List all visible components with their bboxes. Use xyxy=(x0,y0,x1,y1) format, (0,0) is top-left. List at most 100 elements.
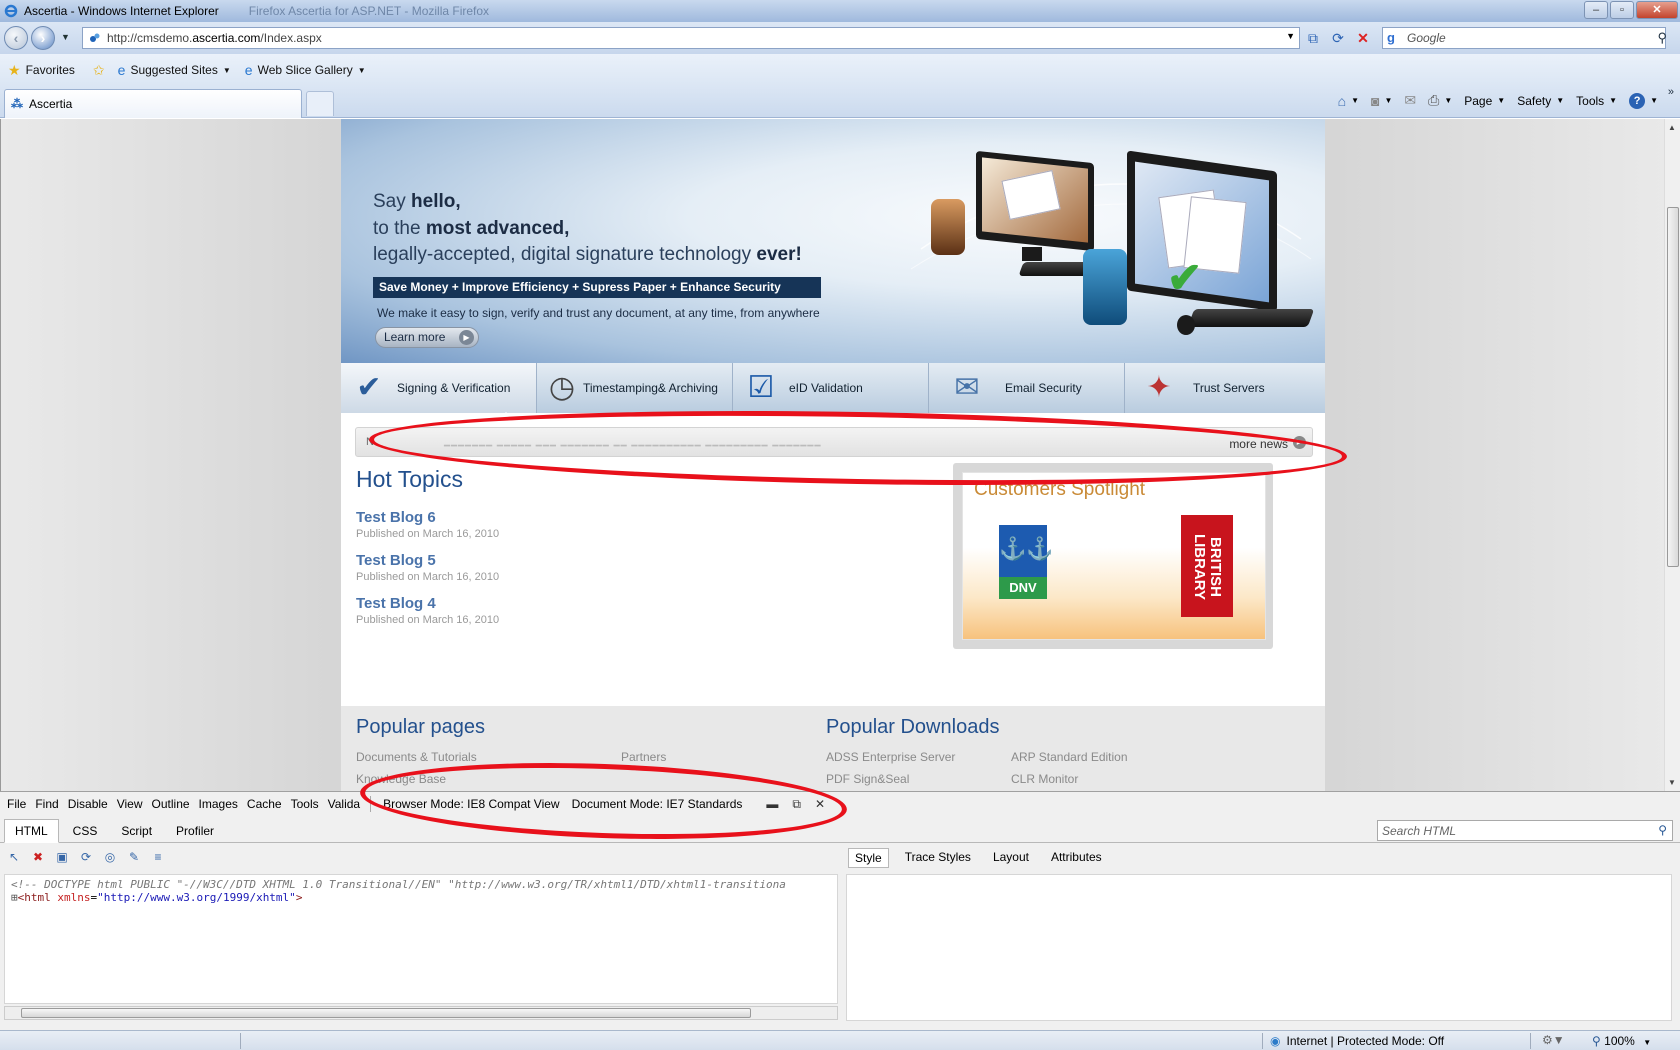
download-link[interactable]: ARP Standard Edition xyxy=(1011,750,1128,764)
recent-pages-dropdown[interactable]: ▼ xyxy=(61,32,70,42)
scroll-down-icon[interactable]: ▼ xyxy=(1668,778,1676,787)
tab-trust-servers[interactable]: ✦ Trust Servers xyxy=(1125,363,1321,413)
news-label: N xyxy=(366,436,374,448)
feeds-button[interactable]: ◙ ▼ xyxy=(1371,93,1392,109)
expand-node-icon[interactable]: ⊞ xyxy=(11,891,18,904)
close-devtools-icon[interactable]: ✕ xyxy=(815,797,825,811)
post-title-link[interactable]: Test Blog 5 xyxy=(356,552,499,569)
tab-trace-styles[interactable]: Trace Styles xyxy=(899,848,977,868)
devtools-menu-tools[interactable]: Tools xyxy=(291,797,319,811)
suggested-sites-link[interactable]: e Suggested Sites ▼ xyxy=(118,62,231,78)
read-mail-button[interactable]: ✉ xyxy=(1404,92,1416,109)
popular-page-link[interactable]: Documents & Tutorials xyxy=(356,750,477,764)
refresh-icon[interactable]: ⟳ xyxy=(78,849,94,865)
security-zone[interactable]: ◉ Internet | Protected Mode: Off xyxy=(1270,1034,1444,1048)
site-favicon-icon: ⁂ xyxy=(11,97,23,111)
devtools-menu-cache[interactable]: Cache xyxy=(247,797,282,811)
tab-attributes[interactable]: Attributes xyxy=(1045,848,1108,868)
search-box[interactable]: g Google ⚲ xyxy=(1382,27,1667,49)
tab-timestamping-archiving[interactable]: ◷ Timestamping& Archiving xyxy=(537,363,733,413)
favorites-button[interactable]: ★ Favorites xyxy=(8,62,75,79)
web-slice-gallery-link[interactable]: e Web Slice Gallery ▼ xyxy=(245,62,366,78)
tab-layout[interactable]: Layout xyxy=(987,848,1035,868)
tab-eid-validation[interactable]: ☑ eID Validation xyxy=(733,363,929,413)
tab-profiler[interactable]: Profiler xyxy=(166,820,224,842)
tab-email-security[interactable]: ✉ Email Security xyxy=(929,363,1125,413)
more-commands-chevron-icon[interactable]: » xyxy=(1668,86,1674,98)
stop-icon[interactable]: ✕ xyxy=(1352,27,1374,49)
popular-page-link[interactable]: Knowledge Base xyxy=(356,772,446,786)
download-link[interactable]: PDF Sign&Seal xyxy=(826,772,909,786)
select-element-icon[interactable]: ↖ xyxy=(6,849,22,865)
edit-icon[interactable]: ✎ xyxy=(126,849,142,865)
search-icon[interactable]: ⚲ xyxy=(1657,30,1667,46)
html-root-node[interactable]: ⊞<html xmlns="http://www.w3.org/1999/xht… xyxy=(11,891,831,904)
tab-script[interactable]: Script xyxy=(111,820,162,842)
word-wrap-icon[interactable]: ≡ xyxy=(150,849,166,865)
british-library-logo[interactable]: BRITISH LIBRARY xyxy=(1181,515,1233,617)
browser-mode-menu[interactable]: Browser Mode: IE8 Compat View xyxy=(383,797,560,811)
tools-menu[interactable]: Tools ▼ xyxy=(1576,94,1617,108)
tab-html[interactable]: HTML xyxy=(4,819,59,843)
popular-section: Popular pages Documents & Tutorials Part… xyxy=(341,706,1325,791)
more-news-arrow-icon[interactable]: ▶ xyxy=(1293,436,1306,449)
unpin-devtools-icon[interactable]: ⧉ xyxy=(792,797,801,812)
add-to-favorites-button[interactable]: ✩ xyxy=(93,62,110,79)
post-title-link[interactable]: Test Blog 6 xyxy=(356,509,499,526)
download-link[interactable]: ADSS Enterprise Server xyxy=(826,750,955,764)
refresh-icon[interactable]: ⟳ xyxy=(1327,27,1349,49)
anchor-icon: ⚓⚓ xyxy=(999,536,1054,561)
site-favicon-icon xyxy=(89,32,101,44)
tab-css[interactable]: CSS xyxy=(63,820,108,842)
clear-icon[interactable]: ✖ xyxy=(30,849,46,865)
code-horizontal-scrollbar[interactable] xyxy=(4,1006,838,1020)
page-menu[interactable]: Page ▼ xyxy=(1464,94,1505,108)
devtools-menu-disable[interactable]: Disable xyxy=(68,797,108,811)
scroll-thumb[interactable] xyxy=(21,1008,751,1018)
tab-style[interactable]: Style xyxy=(848,848,889,868)
protected-mode-icon[interactable]: ⚙▼ xyxy=(1542,1033,1565,1047)
dom-refresh-icon[interactable]: ◎ xyxy=(102,849,118,865)
url-dropdown-icon[interactable]: ▼ xyxy=(1286,31,1295,41)
menu-divider xyxy=(370,796,372,812)
post-title-link[interactable]: Test Blog 4 xyxy=(356,595,499,612)
zoom-level[interactable]: ⚲ 100% ▼ xyxy=(1592,1034,1651,1048)
devtools-menu-validate[interactable]: Valida xyxy=(328,797,360,811)
popular-page-link[interactable]: Partners xyxy=(621,750,666,764)
download-link[interactable]: CLR Monitor xyxy=(1011,772,1078,786)
more-news-link[interactable]: more news xyxy=(1229,437,1288,451)
help-menu[interactable]: ? ▼ xyxy=(1629,92,1658,109)
page-scrollbar[interactable]: ▲ ▼ xyxy=(1664,119,1680,791)
url-field[interactable]: http://cmsdemo.ascertia.com/Index.aspx ▼ xyxy=(82,27,1300,49)
status-divider xyxy=(240,1033,241,1049)
home-button[interactable]: ⌂ ▼ xyxy=(1338,93,1359,109)
compatibility-view-icon[interactable]: ⧉ xyxy=(1302,27,1324,49)
minimize-devtools-icon[interactable]: ▬ xyxy=(766,797,778,811)
devtools-menu-images[interactable]: Images xyxy=(199,797,238,811)
devtools-menu-file[interactable]: File xyxy=(7,797,26,811)
print-button[interactable]: ⎙ ▼ xyxy=(1428,92,1452,109)
devtools-menu-view[interactable]: View xyxy=(117,797,143,811)
devtools-menu-find[interactable]: Find xyxy=(35,797,58,811)
scroll-up-icon[interactable]: ▲ xyxy=(1668,123,1676,132)
dnv-logo[interactable]: ⚓⚓ DNV xyxy=(999,525,1054,599)
devtools-menu-outline[interactable]: Outline xyxy=(152,797,190,811)
new-tab-button[interactable] xyxy=(306,91,334,116)
learn-more-button[interactable]: Learn more ▶ xyxy=(375,327,479,348)
close-window-button[interactable]: ✕ xyxy=(1636,1,1678,19)
html-source-tree[interactable]: <!-- DOCTYPE html PUBLIC "-//W3C//DTD XH… xyxy=(4,874,838,1004)
search-html-input[interactable]: Search HTML ⚲ xyxy=(1377,820,1673,841)
tab-signing-verification[interactable]: ✔ Signing & Verification xyxy=(341,363,537,419)
search-icon[interactable]: ⚲ xyxy=(1658,823,1667,837)
minimize-button[interactable]: ‒ xyxy=(1584,1,1608,19)
safety-menu[interactable]: Safety ▼ xyxy=(1517,94,1564,108)
document-mode-menu[interactable]: Document Mode: IE7 Standards xyxy=(572,797,743,811)
status-divider xyxy=(1530,1033,1531,1049)
back-button[interactable]: ‹ xyxy=(4,26,28,50)
forward-button[interactable]: › xyxy=(31,26,55,50)
maximize-button[interactable]: ▫ xyxy=(1610,1,1634,19)
save-icon[interactable]: ▣ xyxy=(54,849,70,865)
printer-icon: ⎙ xyxy=(1428,92,1440,108)
scroll-thumb[interactable] xyxy=(1667,207,1679,567)
tab-ascertia[interactable]: ⁂ Ascertia xyxy=(4,89,302,118)
